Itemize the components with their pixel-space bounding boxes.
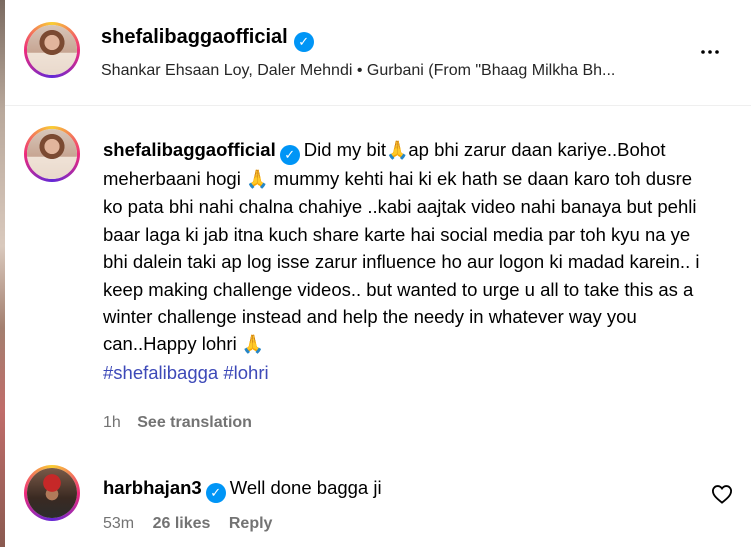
reply-button[interactable]: Reply	[229, 515, 273, 532]
caption-meta: 1h See translation	[103, 414, 252, 432]
comment-time: 53m	[103, 515, 135, 532]
comment-body: harbhajan3 ✓ Well done bagga ji	[103, 477, 382, 503]
header-divider	[5, 105, 751, 106]
like-heart-icon[interactable]	[711, 484, 733, 504]
comment-meta: 53m 26 likes Reply	[103, 515, 272, 533]
praying-hands-icon: 🙏	[385, 140, 409, 160]
verified-badge-icon: ✓	[293, 32, 314, 52]
caption-time: 1h	[103, 414, 121, 431]
comment-text: Well done bagga ji	[229, 477, 382, 498]
post-caption: shefalibagga​official ✓ Did my bit🙏ap bhi …	[103, 136, 703, 386]
header-avatar[interactable]	[24, 22, 80, 78]
background-edge	[0, 0, 5, 547]
verified-badge-icon: ✓	[279, 145, 300, 165]
header-username-text[interactable]: shefalibagga​official	[101, 26, 288, 48]
verified-badge-icon: ✓	[205, 483, 226, 503]
caption-username[interactable]: shefalibagga​official	[103, 139, 276, 160]
comment-likes[interactable]: 26 likes	[153, 515, 211, 532]
caption-avatar[interactable]	[24, 126, 80, 182]
see-translation-button[interactable]: See translation	[137, 414, 252, 431]
more-options-icon[interactable]	[698, 40, 722, 64]
caption-text-1: Did my bit	[303, 139, 386, 160]
audio-track[interactable]: Shankar Ehsaan Loy, Daler Mehndi • Gurba…	[101, 62, 615, 80]
hashtag-shefalibagga[interactable]: #shefalibagga	[103, 362, 218, 383]
comment-username[interactable]: harbhajan3	[103, 477, 202, 498]
header-username[interactable]: shefalibagga​official ✓	[101, 26, 314, 52]
hashtag-lohri[interactable]: #lohri	[223, 362, 268, 383]
comment-avatar[interactable]	[24, 465, 80, 521]
praying-hands-icon: 🙏	[241, 334, 265, 355]
caption-text-3: mummy kehti hai ki ek hath se daan karo …	[103, 168, 700, 355]
praying-hands-icon: 🙏	[245, 169, 269, 189]
